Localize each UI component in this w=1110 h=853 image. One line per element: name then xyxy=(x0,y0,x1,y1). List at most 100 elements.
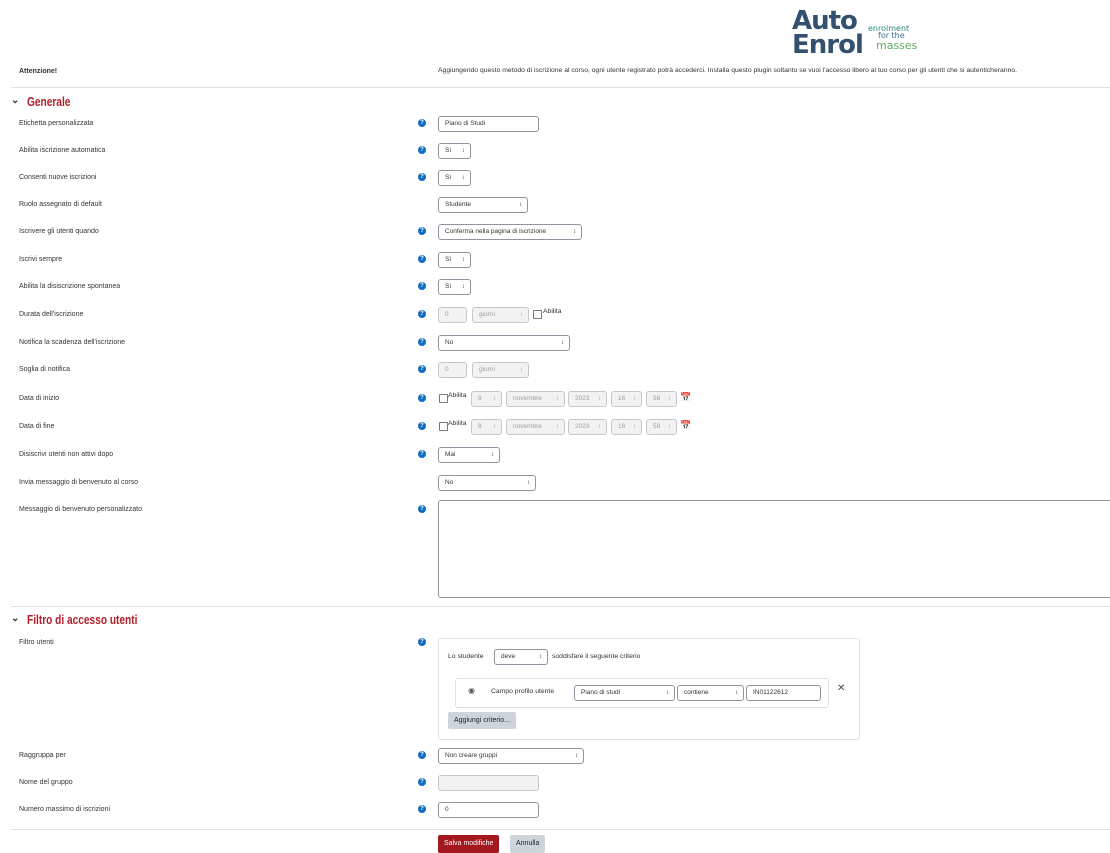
threshold-number-input[interactable]: 0 xyxy=(438,362,467,378)
field-label: Iscrivere gli utenti quando xyxy=(19,228,99,235)
form-row-enrol-when: Iscrivere gli utenti quando ? Conferma n… xyxy=(0,224,1110,248)
start-date-enable-checkbox[interactable] xyxy=(439,394,448,403)
form-row-start-date: Data di inizio ? Abilita 8 novembre 2023… xyxy=(0,391,1110,415)
form-row-notify-expiry: Notifica la scadenza dell'iscrizione ? N… xyxy=(0,335,1110,359)
start-hour-select[interactable]: 16 xyxy=(611,391,642,407)
criterion-value-input[interactable]: IN01122612 xyxy=(746,685,821,701)
unenrol-inactive-select[interactable]: Mai xyxy=(438,447,500,463)
start-year-select[interactable]: 2023 xyxy=(568,391,607,407)
duration-number-input[interactable]: 0 xyxy=(438,307,467,323)
section-title-general: Generale xyxy=(27,94,71,109)
field-label: Abilita iscrizione automatica xyxy=(19,147,106,154)
self-unenrol-select[interactable]: Sì xyxy=(438,279,471,295)
field-label: Soglia di notifica xyxy=(19,366,70,373)
end-month-select[interactable]: novembre xyxy=(506,419,565,435)
checkbox-label: Abilita xyxy=(543,308,562,315)
help-icon[interactable]: ? xyxy=(418,310,426,318)
form-row-default-role: Ruolo assegnato di default Studente xyxy=(0,197,1110,221)
end-year-select[interactable]: 2023 xyxy=(568,419,607,435)
logo-tagline-3: masses xyxy=(876,39,918,52)
autoenrol-logo: Auto Enrol enrolment for the masses xyxy=(792,8,942,60)
enrol-when-select[interactable]: Conferma nella pagina di iscrizione xyxy=(438,224,582,240)
filter-sentence-end: soddisfare il seguente criterio xyxy=(552,653,641,660)
field-label: Messaggio di benvenuto personalizzato xyxy=(19,506,142,513)
form-row-unenrol-inactive: Disiscrivi utenti non attivi dopo ? Mai xyxy=(0,447,1110,471)
field-label: Disiscrivi utenti non attivi dopo xyxy=(19,451,114,458)
form-row-notify-threshold: Soglia di notifica ? 0 giorni xyxy=(0,362,1110,386)
field-label: Invia messaggio di benvenuto al corso xyxy=(19,479,139,486)
field-label: Data di fine xyxy=(19,423,55,430)
calendar-icon[interactable]: 📅 xyxy=(680,420,691,431)
allow-new-select[interactable]: Sì xyxy=(438,170,471,186)
help-icon[interactable]: ? xyxy=(418,505,426,513)
filter-builder: Lo studente deve soddisfare il seguente … xyxy=(438,638,860,740)
save-button[interactable]: Salva modifiche xyxy=(438,835,500,853)
field-label: Etichetta personalizzata xyxy=(19,120,94,127)
add-criterion-button[interactable]: Aggiungi criterio... xyxy=(448,712,517,729)
duration-unit-select[interactable]: giorni xyxy=(472,307,529,323)
end-hour-select[interactable]: 16 xyxy=(611,419,642,435)
form-row-max-enrolled: Numero massimo di iscrizioni ? 0 xyxy=(0,802,1110,826)
criterion-field-label: Campo profilo utente xyxy=(491,688,555,695)
default-role-select[interactable]: Studente xyxy=(438,197,528,213)
chevron-down-icon[interactable]: ⌄ xyxy=(11,613,19,624)
section-title-filter: Filtro di accesso utenti xyxy=(27,612,138,627)
help-icon[interactable]: ? xyxy=(418,282,426,290)
help-icon[interactable]: ? xyxy=(418,450,426,458)
cancel-button[interactable]: Annulla xyxy=(510,835,546,853)
warning-label: Attenzione! xyxy=(19,68,58,75)
criterion-field-select[interactable]: Piano di studi xyxy=(574,685,675,701)
start-day-select[interactable]: 8 xyxy=(471,391,502,407)
always-enrol-select[interactable]: Sì xyxy=(438,252,471,268)
help-icon[interactable]: ? xyxy=(418,638,426,646)
duration-enable-checkbox[interactable] xyxy=(533,310,542,319)
form-row-allow-new: Consenti nuove iscrizioni ? Sì xyxy=(0,170,1110,194)
end-date-enable-checkbox[interactable] xyxy=(439,422,448,431)
help-icon[interactable]: ? xyxy=(418,173,426,181)
criterion-operator-select[interactable]: contiene xyxy=(677,685,744,701)
divider xyxy=(11,606,1110,607)
help-icon[interactable]: ? xyxy=(418,227,426,235)
send-welcome-select[interactable]: No xyxy=(438,475,536,491)
form-row-always-enrol: Iscrivi sempre ? Sì xyxy=(0,252,1110,276)
notify-expiry-select[interactable]: No xyxy=(438,335,570,351)
criterion-row: ◉ Campo profilo utente Piano di studi co… xyxy=(455,678,829,708)
auto-enrol-select[interactable]: Sì xyxy=(438,143,471,159)
help-icon[interactable]: ? xyxy=(418,422,426,430)
max-enrolled-input[interactable]: 0 xyxy=(438,802,539,818)
start-month-select[interactable]: novembre xyxy=(506,391,565,407)
field-label: Abilita la disiscrizione spontanea xyxy=(19,283,121,290)
calendar-icon[interactable]: 📅 xyxy=(680,392,691,403)
field-label: Data di inizio xyxy=(19,395,60,402)
form-row-custom-label: Etichetta personalizzata ? Piano di Stud… xyxy=(0,116,1110,140)
help-icon[interactable]: ? xyxy=(418,255,426,263)
must-select[interactable]: deve xyxy=(494,649,548,665)
help-icon[interactable]: ? xyxy=(418,778,426,786)
field-label: Notifica la scadenza dell'iscrizione xyxy=(19,339,125,346)
welcome-message-textarea[interactable] xyxy=(438,500,1110,598)
field-label: Nome del gruppo xyxy=(19,779,73,786)
custom-label-input[interactable]: Piano di Studi xyxy=(438,116,539,132)
help-icon[interactable]: ? xyxy=(418,365,426,373)
help-icon[interactable]: ? xyxy=(418,751,426,759)
help-icon[interactable]: ? xyxy=(418,146,426,154)
checkbox-label: Abilita xyxy=(448,420,467,427)
help-icon[interactable]: ? xyxy=(418,805,426,813)
help-icon[interactable]: ? xyxy=(418,119,426,127)
field-label: Consenti nuove iscrizioni xyxy=(19,174,97,181)
group-by-select[interactable]: Non creare gruppi xyxy=(438,748,584,764)
help-icon[interactable]: ? xyxy=(418,394,426,402)
end-minute-select[interactable]: 58 xyxy=(646,419,677,435)
chevron-down-icon[interactable]: ⌄ xyxy=(11,95,19,106)
end-day-select[interactable]: 8 xyxy=(471,419,502,435)
start-minute-select[interactable]: 58 xyxy=(646,391,677,407)
group-name-input[interactable] xyxy=(438,775,539,791)
form-row-end-date: Data di fine ? Abilita 8 novembre 2023 1… xyxy=(0,419,1110,443)
logo-line-2: Enrol xyxy=(792,30,864,60)
threshold-unit-select[interactable]: giorni xyxy=(472,362,529,378)
form-row-group-by: Raggruppa per ? Non creare gruppi xyxy=(0,748,1110,772)
help-icon[interactable]: ? xyxy=(418,338,426,346)
close-icon[interactable]: ✕ xyxy=(837,683,845,694)
field-label: Durata dell'iscrizione xyxy=(19,311,84,318)
eye-icon[interactable]: ◉ xyxy=(468,686,475,695)
